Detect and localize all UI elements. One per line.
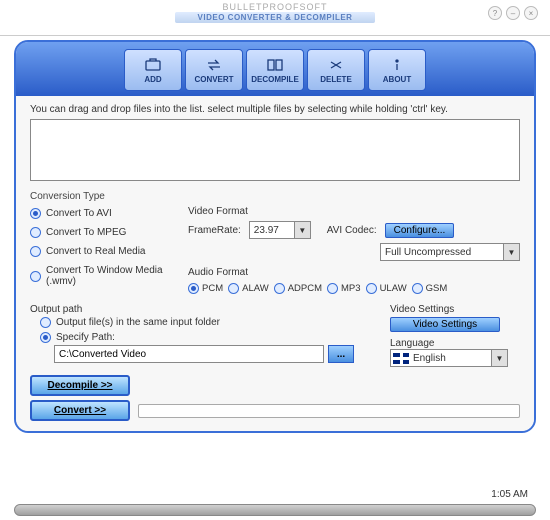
decompile-button[interactable]: DECOMPILE	[246, 49, 304, 91]
radio-audio-pcm[interactable]	[188, 283, 199, 294]
audio-pcm-label: PCM	[202, 283, 223, 294]
browse-button[interactable]: ...	[328, 345, 354, 363]
decompile-label: DECOMPILE	[251, 75, 299, 84]
convert-wmv-label: Convert To Window Media (.wmv)	[46, 265, 188, 287]
radio-audio-mp3[interactable]	[327, 283, 338, 294]
audio-ulaw-label: ULAW	[380, 283, 407, 294]
main-panel: ADD CONVERT DECOMPILE DELETE ABOUT You c…	[14, 40, 536, 433]
add-icon	[143, 57, 163, 73]
output-path-label: Output path	[30, 304, 380, 315]
conversion-type-label: Conversion Type	[30, 191, 520, 202]
decompile-action-button[interactable]: Decompile >>	[30, 375, 130, 396]
video-settings-button[interactable]: Video Settings	[390, 317, 500, 332]
radio-audio-ulaw[interactable]	[366, 283, 377, 294]
flag-uk-icon	[393, 353, 409, 364]
add-label: ADD	[144, 75, 161, 84]
app-window: BULLETPROOFSOFT VIDEO CONVERTER & DECOMP…	[0, 0, 550, 520]
convert-real-label: Convert to Real Media	[46, 246, 146, 257]
about-label: ABOUT	[383, 75, 411, 84]
radio-output-same-folder[interactable]	[40, 317, 51, 328]
avi-codec-select[interactable]: Full Uncompressed ▼	[380, 243, 520, 261]
delete-label: DELETE	[320, 75, 352, 84]
progress-bar	[138, 404, 520, 418]
delete-icon	[326, 57, 346, 73]
about-icon	[387, 57, 407, 73]
file-list[interactable]	[30, 119, 520, 181]
close-button[interactable]: ×	[524, 6, 538, 20]
convert-label: CONVERT	[194, 75, 233, 84]
chevron-down-icon: ▼	[294, 222, 310, 238]
output-specify-label: Specify Path:	[56, 332, 115, 343]
status-time: 1:05 AM	[491, 489, 528, 500]
language-label: Language	[390, 338, 520, 349]
content-area: You can drag and drop files into the lis…	[16, 96, 534, 431]
minimize-button[interactable]: –	[506, 6, 520, 20]
radio-convert-avi[interactable]	[30, 208, 41, 219]
avi-codec-value: Full Uncompressed	[385, 247, 471, 258]
output-same-label: Output file(s) in the same input folder	[56, 317, 220, 328]
avi-codec-label: AVI Codec:	[327, 225, 377, 236]
radio-audio-adpcm[interactable]	[274, 283, 285, 294]
radio-audio-alaw[interactable]	[228, 283, 239, 294]
video-settings-label: Video Settings	[390, 304, 520, 315]
framerate-select[interactable]: 23.97 ▼	[249, 221, 311, 239]
output-path-input[interactable]	[54, 345, 324, 363]
radio-output-specify[interactable]	[40, 332, 51, 343]
hint-text: You can drag and drop files into the lis…	[30, 104, 520, 115]
framerate-value: 23.97	[254, 225, 279, 236]
video-format-label: Video Format	[188, 206, 520, 217]
footer-bar	[14, 504, 536, 516]
decompile-icon	[265, 57, 285, 73]
radio-convert-real[interactable]	[30, 246, 41, 257]
language-value: English	[413, 353, 446, 364]
about-button[interactable]: ABOUT	[368, 49, 426, 91]
convert-mpeg-label: Convert To MPEG	[46, 227, 126, 238]
convert-avi-label: Convert To AVI	[46, 208, 112, 219]
language-select[interactable]: English ▼	[390, 349, 508, 367]
help-button[interactable]: ?	[488, 6, 502, 20]
audio-format-label: Audio Format	[188, 267, 520, 278]
brand-label: BULLETPROOFSOFT	[0, 0, 550, 12]
convert-action-button[interactable]: Convert >>	[30, 400, 130, 421]
radio-audio-gsm[interactable]	[412, 283, 423, 294]
convert-button[interactable]: CONVERT	[185, 49, 243, 91]
configure-button[interactable]: Configure...	[385, 223, 455, 238]
add-button[interactable]: ADD	[124, 49, 182, 91]
audio-adpcm-label: ADPCM	[288, 283, 322, 294]
audio-mp3-label: MP3	[341, 283, 361, 294]
audio-gsm-label: GSM	[426, 283, 448, 294]
toolbar: ADD CONVERT DECOMPILE DELETE ABOUT	[16, 42, 534, 96]
app-title: VIDEO CONVERTER & DECOMPILER	[175, 12, 375, 23]
audio-alaw-label: ALAW	[242, 283, 269, 294]
convert-icon	[204, 57, 224, 73]
chevron-down-icon: ▼	[491, 350, 507, 366]
radio-convert-wmv[interactable]	[30, 271, 41, 282]
radio-convert-mpeg[interactable]	[30, 227, 41, 238]
delete-button[interactable]: DELETE	[307, 49, 365, 91]
framerate-label: FrameRate:	[188, 225, 241, 236]
chevron-down-icon: ▼	[503, 244, 519, 260]
titlebar: BULLETPROOFSOFT VIDEO CONVERTER & DECOMP…	[0, 0, 550, 36]
